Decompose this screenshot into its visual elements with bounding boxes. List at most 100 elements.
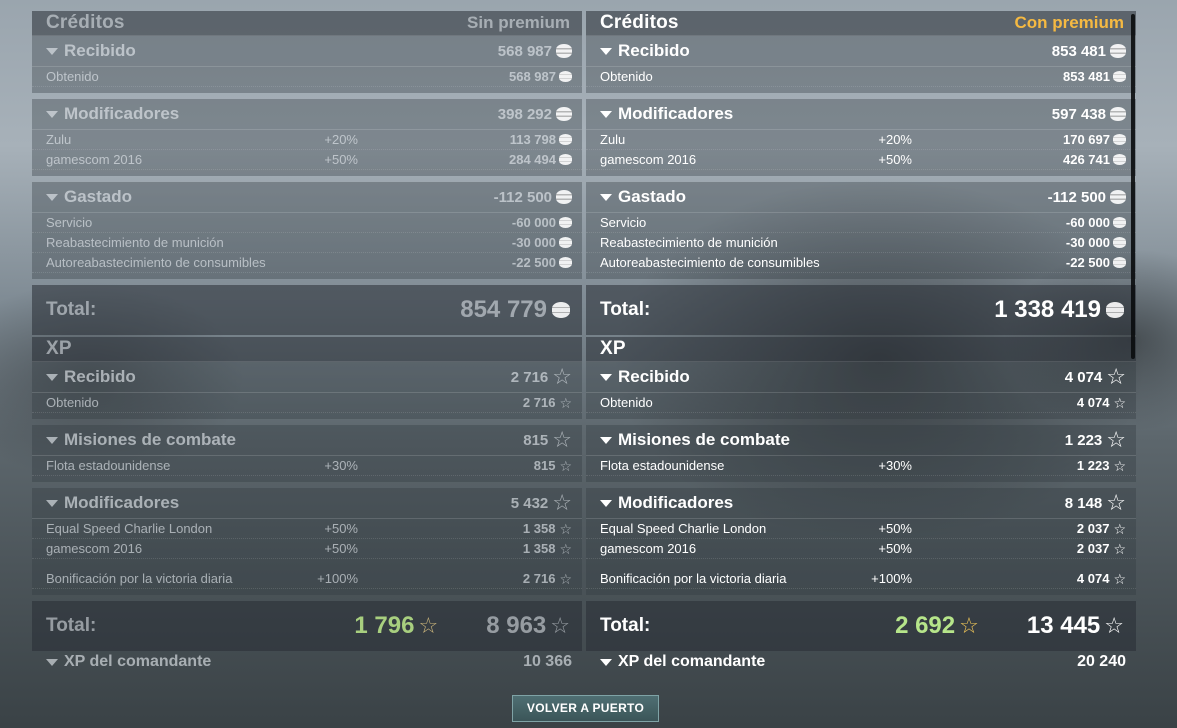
row-percent: +100% [317,571,358,586]
list-item: Obtenido 853 481 [586,67,1136,87]
credits-header: Créditos Sin premium [32,11,582,36]
credits-spent-group: Gastado -112 500 Servicio -60 000 Reabas… [32,182,582,279]
group-header-received[interactable]: Recibido 2 716 ☆ [32,362,582,393]
group-header-modifiers[interactable]: Modificadores 8 148 ☆ [586,488,1136,519]
row-value: 853 481 [1063,69,1110,84]
xp-header: XP [586,337,1136,362]
star-icon: ☆ [552,490,572,515]
star-icon: ☆ [559,570,572,587]
collapse-arrow-icon[interactable] [600,110,612,118]
group-value: 853 481 [1051,42,1106,60]
star-icon: ☆ [1106,364,1126,389]
list-item: Zulu +20% 170 697 [586,130,1136,150]
xp-received-group: Recibido 2 716 ☆ Obtenido 2 716 ☆ [32,362,582,419]
row-value: 170 697 [1063,132,1110,147]
row-label: gamescom 2016 [46,541,143,556]
group-header-missions[interactable]: Misiones de combate 815 ☆ [32,425,582,456]
row-label: gamescom 2016 [600,152,697,167]
coin-icon [1113,217,1126,228]
collapse-arrow-icon[interactable] [600,658,612,666]
row-value: 426 741 [1063,152,1110,167]
collapse-arrow-icon[interactable] [600,373,612,381]
premium-status-label: Sin premium [467,13,570,32]
row-value: 2 037 [1076,541,1110,556]
collapse-arrow-icon[interactable] [600,436,612,444]
group-label: Recibido [64,367,136,386]
row-percent: +50% [324,152,358,167]
row-value: 815 [533,458,556,473]
collapse-arrow-icon[interactable] [46,193,58,201]
credits-received-group: Recibido 568 987 Obtenido 568 987 [32,36,582,93]
collapse-arrow-icon[interactable] [46,658,58,666]
xp-header: XP [32,337,582,362]
row-label: Servicio [46,215,93,230]
list-item: Obtenido 2 716 ☆ [32,393,582,413]
list-item: Bonificación por la victoria diaria +100… [32,569,582,589]
xp-total-value: 13 445 [1026,612,1101,639]
group-header-modifiers[interactable]: Modificadores 597 438 [586,99,1136,130]
row-percent: +50% [324,521,358,536]
collapse-arrow-icon[interactable] [46,373,58,381]
list-item: Reabastecimiento de munición -30 000 [32,233,582,253]
total-label: Total: [600,615,651,636]
list-item: Flota estadounidense +30% 815 ☆ [32,456,582,476]
group-value: -112 500 [1047,188,1106,206]
row-label: gamescom 2016 [46,152,143,167]
row-percent: +20% [324,132,358,147]
list-item: Equal Speed Charlie London +50% 2 037 ☆ [586,519,1136,539]
group-value: 4 074 [1064,368,1103,386]
row-value: 2 037 [1076,521,1110,536]
row-label: Obtenido [600,395,653,410]
group-label: Recibido [618,41,690,60]
group-header-received[interactable]: Recibido 4 074 ☆ [586,362,1136,393]
coin-icon [1110,107,1126,121]
row-value: 4 074 [1076,395,1110,410]
total-label: Total: [46,615,97,636]
list-item: Flota estadounidense +30% 1 223 ☆ [586,456,1136,476]
row-percent: +50% [878,521,912,536]
group-label: XP del comandante [64,653,212,666]
list-item: Obtenido 4 074 ☆ [586,393,1136,413]
group-value: 2 716 [510,368,549,386]
collapse-arrow-icon[interactable] [600,499,612,507]
free-xp-total-value: 1 796 [354,612,415,639]
total-label: Total: [600,299,651,320]
star-icon: ☆ [1104,613,1124,638]
group-header-modifiers[interactable]: Modificadores 398 292 [32,99,582,130]
results-panel-premium: Créditos Con premium Recibido 853 481 Ob… [586,11,1136,666]
xp-missions-group: Misiones de combate 1 223 ☆ Flota estadou… [586,425,1136,482]
group-header-modifiers[interactable]: Modificadores 5 432 ☆ [32,488,582,519]
group-label: Modificadores [64,493,180,512]
group-label: XP del comandante [618,653,766,666]
collapse-arrow-icon[interactable] [600,193,612,201]
back-to-port-button[interactable]: VOLVER A PUERTO [512,695,659,722]
credits-modifiers-group: Modificadores 398 292 Zulu +20% 113 798 … [32,99,582,176]
row-label: Reabastecimiento de munición [600,235,778,250]
coin-icon [1113,154,1126,165]
row-label: gamescom 2016 [600,541,697,556]
credits-modifiers-group: Modificadores 597 438 Zulu +20% 170 697 … [586,99,1136,176]
collapse-arrow-icon[interactable] [46,436,58,444]
group-header-spent[interactable]: Gastado -112 500 [32,182,582,213]
list-item: Zulu +20% 113 798 [32,130,582,150]
star-icon: ☆ [552,364,572,389]
collapse-arrow-icon[interactable] [600,47,612,55]
scrollbar[interactable] [1131,14,1135,359]
group-value: 10 366 [523,653,572,666]
collapse-arrow-icon[interactable] [46,47,58,55]
group-header-missions[interactable]: Misiones de combate 1 223 ☆ [586,425,1136,456]
coin-icon [559,154,572,165]
group-header-spent[interactable]: Gastado -112 500 [586,182,1136,213]
results-panel-no-premium: Créditos Sin premium Recibido 568 987 Ob… [32,11,582,666]
row-value: 4 074 [1076,571,1110,586]
coin-icon [559,134,572,145]
list-item: Autoreabastecimiento de consumibles -22 … [32,253,582,273]
star-icon: ☆ [559,457,572,474]
group-header-received[interactable]: Recibido 568 987 [32,36,582,67]
collapse-arrow-icon[interactable] [46,110,58,118]
row-percent: +20% [878,132,912,147]
group-value: 815 [523,431,549,449]
group-label: Recibido [618,367,690,386]
collapse-arrow-icon[interactable] [46,499,58,507]
group-header-received[interactable]: Recibido 853 481 [586,36,1136,67]
